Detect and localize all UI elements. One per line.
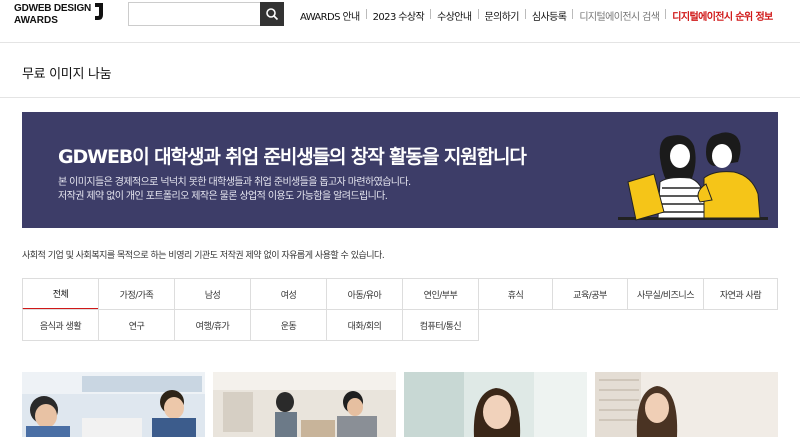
nav-divider bbox=[365, 9, 367, 19]
banner-desc-line1: 본 이미지들은 경제적으로 넉넉치 못한 대학생들과 취업 준비생들을 돕고자 … bbox=[58, 177, 411, 188]
nav-2023-winners[interactable]: 2023 수상작 bbox=[373, 8, 425, 23]
category-tabs: 전체 가정/가족 남성 여성 아동/유아 연인/부부 휴식 교육/공부 사무실/… bbox=[22, 278, 778, 342]
nav-award-guide[interactable]: 수상안내 bbox=[437, 8, 472, 23]
banner-description: 본 이미지들은 경제적으로 넉넉치 못한 대학생들과 취업 준비생들을 돕고자 … bbox=[58, 176, 488, 204]
category-nature[interactable]: 자연과 사람 bbox=[703, 278, 778, 310]
category-sports[interactable]: 운동 bbox=[250, 309, 327, 341]
category-research[interactable]: 연구 bbox=[98, 309, 175, 341]
site-header: GDWEB DESIGN AWARDS AWARDS 안내 2023 수상작 수상안… bbox=[0, 0, 800, 30]
nav-contact[interactable]: 문의하기 bbox=[485, 8, 520, 23]
usage-note: 사회적 기업 및 사회복지를 목적으로 하는 비영리 기관도 저작권 제약 없이… bbox=[22, 251, 385, 261]
nav-agency-search[interactable]: 디지털에이전시 검색 bbox=[579, 8, 660, 23]
page-title: 무료 이미지 나눔 bbox=[22, 67, 112, 82]
category-female[interactable]: 여성 bbox=[250, 278, 327, 310]
search-box bbox=[128, 2, 284, 26]
nav-divider bbox=[665, 9, 667, 19]
category-computer[interactable]: 컴퓨터/통신 bbox=[402, 309, 479, 341]
nav-divider bbox=[430, 9, 432, 19]
page-title-bar: 무료 이미지 나눔 bbox=[0, 42, 800, 98]
photo-thumbnail[interactable] bbox=[595, 372, 778, 437]
category-food[interactable]: 음식과 생활 bbox=[22, 309, 99, 341]
category-family[interactable]: 가정/가족 bbox=[98, 278, 175, 310]
category-kids[interactable]: 아동/유아 bbox=[326, 278, 403, 310]
woman-by-window-image bbox=[595, 372, 778, 437]
category-education[interactable]: 교육/공부 bbox=[552, 278, 628, 310]
woman-portrait-image bbox=[404, 372, 587, 437]
category-male[interactable]: 남성 bbox=[174, 278, 251, 310]
search-icon bbox=[266, 8, 279, 21]
nav-agency-ranking[interactable]: 디지털에이전시 순위 정보 bbox=[672, 8, 773, 23]
category-travel[interactable]: 여행/휴가 bbox=[174, 309, 251, 341]
category-rest[interactable]: 휴식 bbox=[478, 278, 553, 310]
students-illustration bbox=[618, 132, 768, 221]
gdweb-logo[interactable]: GDWEB DESIGN AWARDS bbox=[14, 2, 106, 28]
main-nav: AWARDS 안내 2023 수상작 수상안내 문의하기 심사등록 디지털에이전시 검색 디… bbox=[300, 8, 773, 23]
students-studying-image bbox=[22, 372, 205, 437]
photo-thumbnail[interactable] bbox=[404, 372, 587, 437]
logo-line1: GDWEB DESIGN bbox=[14, 3, 92, 14]
office-meeting-image bbox=[213, 372, 396, 437]
nav-divider bbox=[572, 9, 574, 19]
nav-divider bbox=[477, 9, 479, 19]
nav-divider bbox=[524, 9, 526, 19]
category-couple[interactable]: 연인/부부 bbox=[402, 278, 479, 310]
banner-desc-line2: 저작권 제약 없이 개인 포트폴리오 제작은 물론 상업적 이용도 가능함을 알… bbox=[58, 191, 388, 202]
photo-thumbnail[interactable] bbox=[213, 372, 396, 437]
banner-title: GDWEB이 대학생과 취업 준비생들의 창작 활동을 지원합니다 bbox=[58, 146, 527, 168]
photo-thumbnail[interactable] bbox=[22, 372, 205, 437]
promo-banner: GDWEB이 대학생과 취업 준비생들의 창작 활동을 지원합니다 본 이미지들… bbox=[22, 112, 778, 228]
search-input[interactable] bbox=[129, 3, 259, 25]
category-office[interactable]: 사무실/비즈니스 bbox=[627, 278, 704, 310]
category-all[interactable]: 전체 bbox=[22, 278, 99, 310]
logo-line2: AWARDS bbox=[14, 15, 58, 26]
search-button[interactable] bbox=[260, 2, 284, 26]
nav-awards-info[interactable]: AWARDS 안내 bbox=[300, 8, 360, 23]
category-meeting[interactable]: 대화/회의 bbox=[326, 309, 403, 341]
logo-mark-icon bbox=[95, 3, 103, 20]
nav-judging-register[interactable]: 심사등록 bbox=[532, 8, 567, 23]
